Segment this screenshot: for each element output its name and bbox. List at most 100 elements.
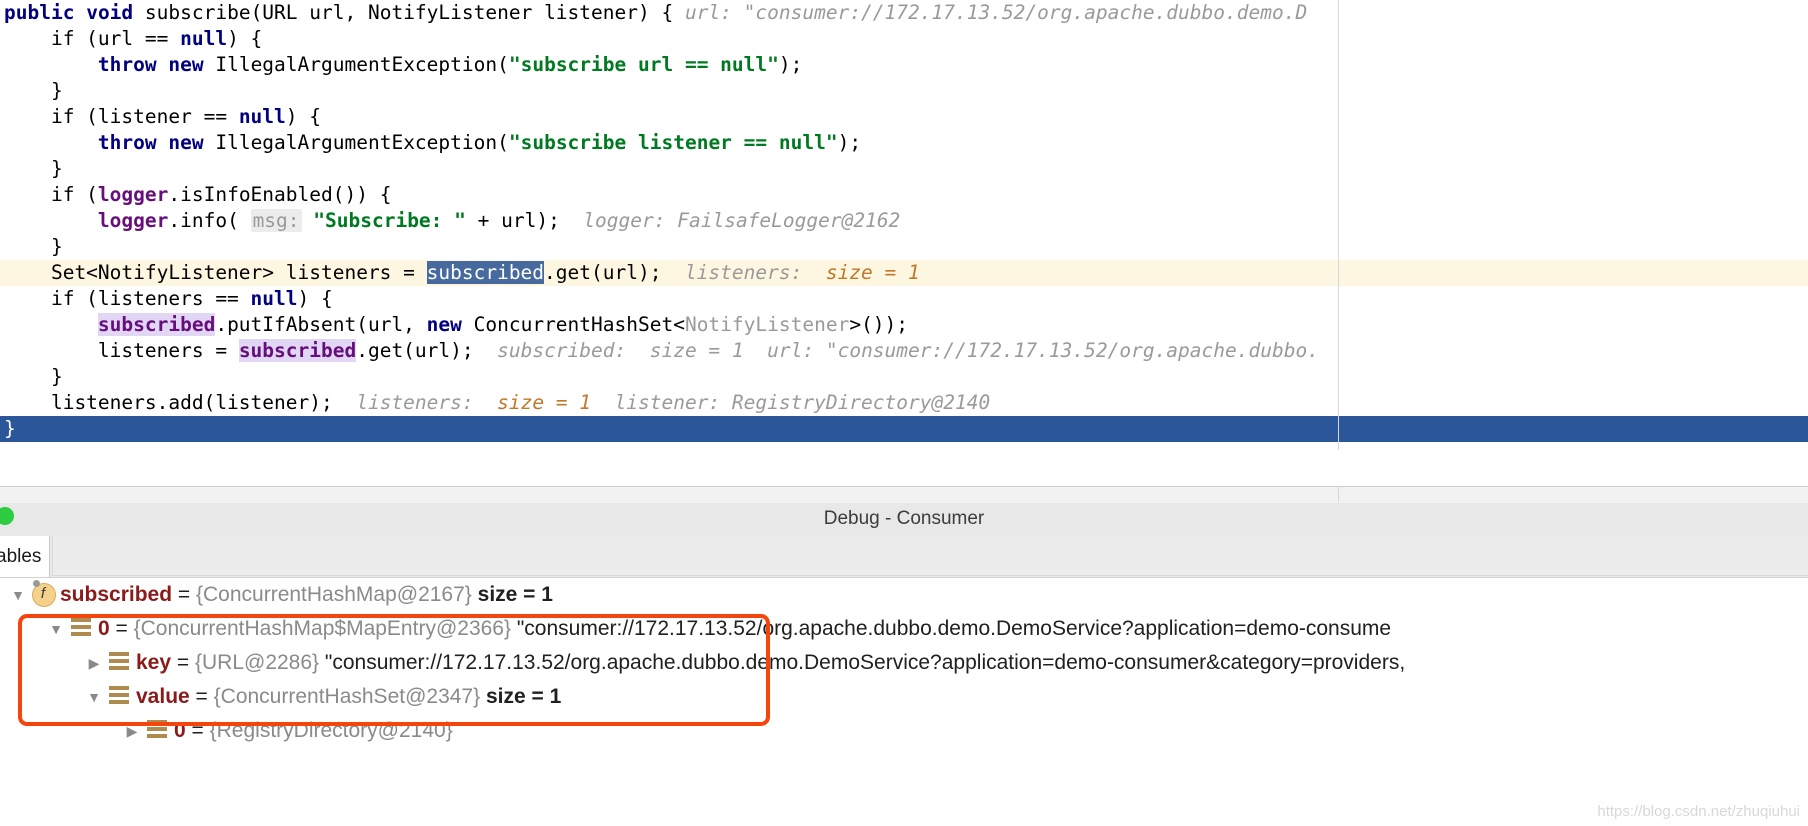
code-editor[interactable]: public void subscribe(URL url, NotifyLis… [0, 0, 1808, 450]
code-line-15[interactable]: } [0, 364, 1808, 390]
variable-name: value [136, 685, 190, 708]
collection-icon [144, 719, 170, 741]
variable-size: size = 1 [480, 685, 562, 708]
field-icon: f [30, 580, 56, 607]
editor-vertical-divider [1338, 0, 1339, 450]
ide-window: public void subscribe(URL url, NotifyLis… [0, 0, 1808, 826]
code-line-current-execution[interactable]: Set<NotifyListener> listeners = subscrib… [0, 260, 1808, 286]
method-signature: subscribe(URL url, NotifyListener listen… [133, 1, 685, 24]
method-closing-brace: } [4, 417, 16, 440]
field-subscribed-highlight-1[interactable]: subscribed [97, 313, 216, 336]
field-subscribed-selected[interactable]: subscribed [426, 261, 545, 284]
code-line-6[interactable]: throw new IllegalArgumentException("subs… [0, 130, 1808, 156]
variable-type: {ConcurrentHashMap$MapEntry@2366} [133, 617, 511, 640]
inline-hint-url-label: url: [684, 1, 732, 24]
inline-hint-add-listeners-label: listeners: [332, 391, 474, 414]
inline-hint-url2-value: "consumer://172.17.13.52/org.apache.dubb… [814, 339, 1319, 362]
variable-size: size = 1 [471, 583, 553, 606]
put-end: >()); [849, 313, 909, 336]
brace-close-3: } [4, 235, 63, 258]
field-logger-1: logger [97, 183, 169, 206]
semi-1: ); [778, 53, 803, 76]
editor-bottom-strip [0, 486, 1808, 504]
keyword-throw-1: throw [97, 53, 157, 76]
inline-hint-listeners-label: listeners: [661, 261, 803, 284]
if-listener-close: ) { [285, 105, 322, 128]
code-line-1[interactable]: public void subscribe(URL url, NotifyLis… [0, 0, 1808, 26]
if-url-close: ) { [227, 27, 263, 50]
keyword-null-4: null [250, 287, 298, 310]
code-line-14[interactable]: listeners = subscribed.get(url); subscri… [0, 338, 1808, 364]
brace-close-4: } [4, 365, 63, 388]
keyword-null-2: null [238, 105, 286, 128]
collapse-arrow-icon[interactable]: ▶ [82, 646, 106, 680]
variable-type: {URL@2286} [194, 651, 320, 674]
debug-tool-window-header: Debug - Consumer [0, 503, 1808, 535]
variable-name: subscribed [60, 583, 173, 606]
code-line-12[interactable]: if (listeners == null) { [0, 286, 1808, 312]
expand-arrow-icon[interactable]: ▼ [82, 680, 106, 714]
code-line-4[interactable]: } [0, 78, 1808, 104]
inline-hint-subscribed-size: size = 1 [626, 339, 744, 362]
tree-row-entry-0[interactable]: ▼ 0 = {ConcurrentHashMap$MapEntry@2366} "… [0, 612, 1808, 646]
if-listeners-close: ) { [297, 287, 333, 310]
code-line-16[interactable]: listeners.add(listener); listeners: size… [0, 390, 1808, 416]
variable-value: "consumer://172.17.13.52/org.apache.dubb… [511, 617, 1392, 640]
collection-icon [68, 617, 94, 639]
parameter-hint-msg: msg: [250, 209, 302, 232]
put-if-absent-call: .putIfAbsent(url, [215, 313, 427, 336]
code-line-2[interactable]: if (url == null) { [0, 26, 1808, 52]
concurrent-hash-set: ConcurrentHashSet< [461, 313, 685, 336]
inline-hint-add-listener-value: RegistryDirectory@2140 [720, 391, 991, 414]
tree-row-registry-directory[interactable]: ▶ 0 = {RegistryDirectory@2140} [0, 714, 1808, 748]
keyword-null-1: null [180, 27, 228, 50]
keyword-new-2: new [168, 131, 204, 154]
exception-call-2: IllegalArgumentException( [203, 131, 509, 154]
equals-sign: = [172, 583, 196, 606]
keyword-new-3: new [426, 313, 462, 336]
variable-type: {ConcurrentHashMap@2167} [195, 583, 472, 606]
inline-hint-url-value: "consumer://172.17.13.52/org.apache.dubb… [731, 1, 1308, 24]
tree-row-value[interactable]: ▼ value = {ConcurrentHashSet@2347} size =… [0, 680, 1808, 714]
expand-arrow-icon[interactable]: ▼ [44, 612, 68, 646]
tree-row-key[interactable]: ▶ key = {URL@2286} "consumer://172.17.13.… [0, 646, 1808, 680]
code-line-10[interactable]: } [0, 234, 1808, 260]
brace-close-1: } [4, 79, 63, 102]
if-listeners-open: if (listeners == [4, 287, 251, 310]
if-listener-open: if (listener == [4, 105, 239, 128]
expand-arrow-icon[interactable]: ▼ [6, 578, 30, 612]
assign-get-call: .get(url); [356, 339, 474, 362]
code-line-9[interactable]: logger.info( msg: "Subscribe: " + url); … [0, 208, 1808, 234]
code-line-selected-method-close[interactable]: } [0, 416, 1808, 442]
string-literal-2: "subscribe listener == null" [508, 131, 838, 154]
brace-close-2: } [4, 157, 63, 180]
code-line-5[interactable]: if (listener == null) { [0, 104, 1808, 130]
code-line-3[interactable]: throw new IllegalArgumentException("subs… [0, 52, 1808, 78]
keyword-new-1: new [168, 53, 204, 76]
code-line-13[interactable]: subscribed.putIfAbsent(url, new Concurre… [0, 312, 1808, 338]
editor-bottom-divider [1338, 486, 1339, 502]
collection-icon [106, 651, 132, 673]
tab-variables[interactable]: ables [0, 536, 50, 577]
variable-type: {ConcurrentHashSet@2347} [213, 685, 481, 708]
field-logger-2: logger [97, 209, 169, 232]
variable-value: "consumer://172.17.13.52/org.apache.dubb… [319, 651, 1406, 674]
collapse-arrow-icon[interactable]: ▶ [120, 714, 144, 748]
variables-tree[interactable]: ▼ f subscribed = {ConcurrentHashMap@2167} … [0, 578, 1808, 826]
code-line-7[interactable]: } [0, 156, 1808, 182]
watermark-text: https://blog.csdn.net/zhuqiuhui [1597, 803, 1800, 820]
field-subscribed-highlight-2[interactable]: subscribed [238, 339, 357, 362]
tree-row-subscribed[interactable]: ▼ f subscribed = {ConcurrentHashMap@2167} … [0, 578, 1808, 612]
tabs-empty-area [52, 536, 1808, 576]
inline-hint-logger-label: logger: [559, 209, 666, 232]
debug-tabs-row[interactable]: ables [0, 535, 1808, 578]
variable-name: 0 [174, 719, 186, 742]
indent-3 [4, 53, 98, 76]
equals-sign: = [185, 719, 210, 742]
variable-name: 0 [98, 617, 110, 640]
set-declaration: Set<NotifyListener> listeners = [4, 261, 427, 284]
inline-hint-logger-value: FailsafeLogger@2162 [665, 209, 901, 232]
code-line-8[interactable]: if (logger.isInfoEnabled()) { [0, 182, 1808, 208]
keyword-public: public [4, 1, 75, 24]
indent-13 [4, 313, 98, 336]
